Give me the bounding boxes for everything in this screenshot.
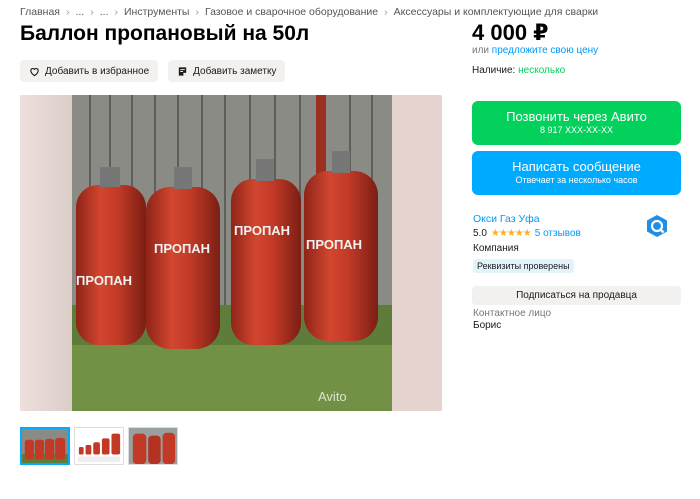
thumbnail-cylinders-image — [22, 429, 68, 463]
thumbnail-1[interactable] — [20, 427, 70, 465]
thumbnail-sizes-image — [75, 428, 123, 464]
heart-icon — [30, 67, 39, 76]
call-button[interactable]: Позвонить через Авито 8 917 XXX-XX-XX — [472, 101, 681, 145]
availability-value: несколько — [518, 65, 566, 76]
add-note-button[interactable]: Добавить заметку — [168, 60, 286, 82]
price-offer-line: или предложите свою цену — [472, 45, 598, 56]
gallery-main-image[interactable]: ПРОПАН ПРОПАН ПРОПАН ПРОПАН Avito — [20, 95, 442, 411]
breadcrumb-ellipsis-2[interactable]: ... — [100, 6, 109, 18]
rating-value: 5.0 — [473, 228, 487, 239]
availability-label: Наличие: — [472, 65, 516, 76]
subscribe-seller-button[interactable]: Подписаться на продавца — [472, 286, 681, 305]
availability: Наличие: несколько — [472, 65, 565, 76]
breadcrumb-separator: › — [195, 6, 199, 18]
contact-person-name: Борис — [473, 320, 502, 331]
breadcrumb-separator: › — [114, 6, 119, 18]
breadcrumb-home[interactable]: Главная — [20, 6, 60, 18]
thumbnail-closeup-image — [129, 428, 177, 464]
seller-type: Компания — [473, 243, 519, 254]
rating-stars-icon: ★★★★★ — [490, 228, 532, 239]
verified-badge: Реквизиты проверены — [473, 259, 574, 273]
message-button-sub: Отвечает за несколько часов — [515, 175, 638, 185]
breadcrumb-separator: › — [65, 6, 70, 18]
cylinder-text-4: ПРОПАН — [306, 237, 362, 252]
cylinder-text-1: ПРОПАН — [76, 273, 132, 288]
cylinder-text-2: ПРОПАН — [154, 241, 210, 256]
breadcrumb: Главная › ... › ... › Инструменты › Газовое … — [20, 6, 598, 18]
message-button-label: Написать сообщение — [512, 159, 641, 174]
call-button-label: Позвонить через Авито — [506, 109, 647, 124]
offer-price-link[interactable]: предложите свою цену — [492, 45, 598, 56]
breadcrumb-gas-welding[interactable]: Газовое и сварочное оборудование — [205, 6, 378, 18]
price: 4 000 ₽ — [472, 20, 549, 45]
reviews-link[interactable]: 5 отзывов — [535, 228, 581, 239]
listing-actions: Добавить в избранное Добавить заметку — [20, 60, 286, 82]
message-button[interactable]: Написать сообщение Отвечает за несколько… — [472, 151, 681, 195]
seller-name-link[interactable]: Окси Газ Уфа — [473, 213, 540, 225]
seller-logo-icon[interactable] — [645, 214, 669, 238]
page-title: Баллон пропановый на 50л — [20, 22, 310, 45]
breadcrumb-accessories[interactable]: Аксессуары и комплектующие для сварки — [394, 6, 599, 18]
propane-cylinders-photo: ПРОПАН ПРОПАН ПРОПАН ПРОПАН Avito — [20, 95, 442, 411]
add-to-favorites-label: Добавить в избранное — [45, 65, 150, 77]
add-note-label: Добавить заметку — [193, 65, 277, 77]
breadcrumb-ellipsis-1[interactable]: ... — [75, 6, 84, 18]
price-or-text: или — [472, 45, 490, 56]
call-button-phone: 8 917 XXX-XX-XX — [539, 125, 614, 135]
breadcrumb-tools[interactable]: Инструменты — [124, 6, 189, 18]
breadcrumb-separator: › — [384, 6, 388, 18]
gallery-thumbnails — [20, 427, 178, 465]
cylinder-text-3: ПРОПАН — [234, 223, 290, 238]
seller-rating: 5.0 ★★★★★ 5 отзывов — [473, 228, 581, 239]
thumbnail-2[interactable] — [74, 427, 124, 465]
note-icon — [178, 66, 187, 76]
breadcrumb-separator: › — [90, 6, 94, 18]
contact-person-label: Контактное лицо — [473, 308, 552, 319]
thumbnail-3[interactable] — [128, 427, 178, 465]
add-to-favorites-button[interactable]: Добавить в избранное — [20, 60, 159, 82]
watermark: Avito — [318, 389, 347, 404]
